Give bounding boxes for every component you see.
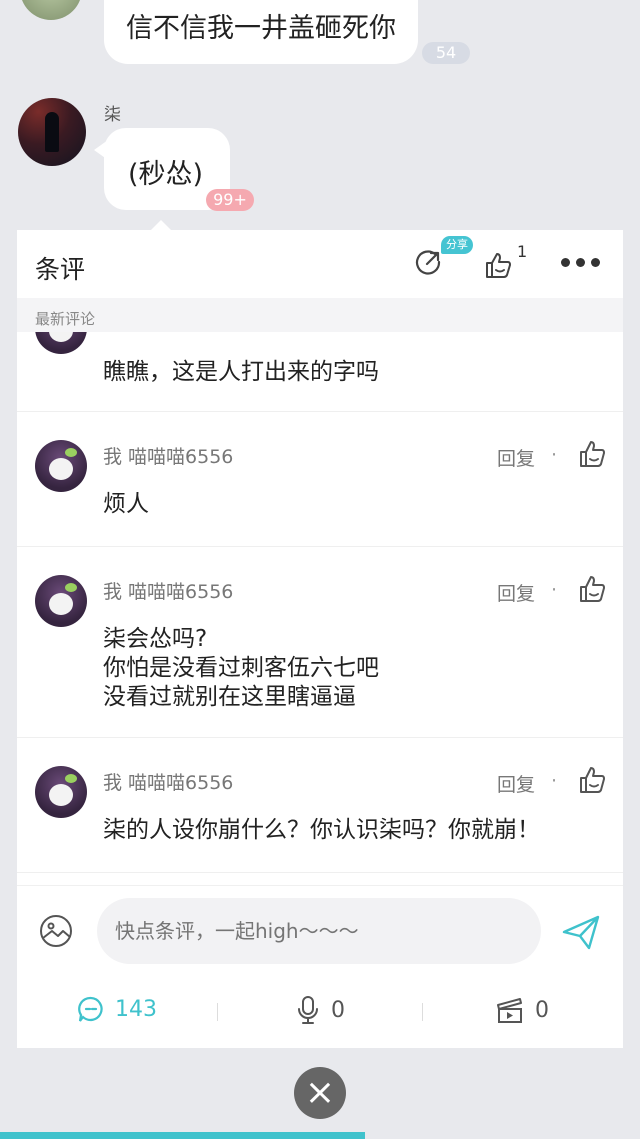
close-button[interactable]: × bbox=[294, 1067, 346, 1119]
reaction-count-badge[interactable]: 54 bbox=[422, 42, 470, 64]
reply-button[interactable]: 回复 bbox=[497, 444, 535, 471]
panel-title: 条评 bbox=[35, 255, 86, 284]
video-stat[interactable]: 0 bbox=[495, 995, 549, 1025]
comment-item: 瞧瞧，这是人打出来的字吗 bbox=[17, 332, 623, 412]
commenter-name[interactable]: 我 喵喵喵6556 bbox=[103, 768, 233, 795]
thumbs-up-icon[interactable] bbox=[577, 573, 607, 605]
comment-text: 瞧瞧，这是人打出来的字吗 bbox=[103, 359, 379, 385]
commenter-name[interactable]: 我 喵喵喵6556 bbox=[103, 577, 233, 604]
comment-line: 你怕是没看过刺客伍六七吧 bbox=[103, 655, 379, 681]
reply-button[interactable]: 回复 bbox=[497, 579, 535, 606]
comment-text: 柒的人设你崩什么？你认识柒吗？你就崩！ bbox=[103, 817, 540, 843]
separator-dot: · bbox=[551, 770, 558, 792]
voice-count: 0 bbox=[331, 997, 345, 1023]
commenter-avatar[interactable] bbox=[35, 766, 87, 818]
commenter-avatar[interactable] bbox=[35, 440, 87, 492]
comment-text: 烦人 bbox=[103, 491, 149, 517]
voice-stat[interactable]: 0 bbox=[295, 995, 345, 1025]
comment-input[interactable] bbox=[97, 898, 541, 964]
video-clapper-icon bbox=[497, 998, 522, 1023]
thumbs-up-icon[interactable] bbox=[577, 438, 607, 470]
comment-bubble-icon bbox=[78, 996, 103, 1022]
separator-dot: · bbox=[551, 579, 558, 601]
message-bubble[interactable]: 信不信我一井盖砸死你 bbox=[104, 0, 418, 64]
avatar-partial[interactable] bbox=[20, 0, 82, 20]
stats-row: 143 0 0 bbox=[17, 985, 623, 1035]
comment-item: 我 喵喵喵6556 回复 · 柒会怂吗? 你怕是没看过刺客伍六七吧 没看过就别在… bbox=[17, 547, 623, 738]
comments-stat[interactable]: 143 bbox=[77, 995, 157, 1023]
commenter-avatar[interactable] bbox=[35, 575, 87, 627]
comment-item: 我 喵喵喵6556 回复 · 柒的人设你崩什么？你认识柒吗？你就崩！ bbox=[17, 738, 623, 873]
avatar[interactable] bbox=[18, 98, 86, 166]
share-icon[interactable] bbox=[415, 250, 441, 278]
thumbs-up-icon[interactable] bbox=[577, 764, 607, 796]
image-icon[interactable] bbox=[39, 914, 73, 948]
comment-item: 我 喵喵喵6556 回复 · 烦人 bbox=[17, 412, 623, 547]
commenter-name[interactable]: 我 喵喵喵6556 bbox=[103, 442, 233, 469]
commenter-avatar[interactable] bbox=[35, 332, 87, 354]
comment-text: 柒会怂吗? 你怕是没看过刺客伍六七吧 没看过就别在这里瞎逼逼 bbox=[103, 625, 379, 712]
comment-line: 柒会怂吗? bbox=[103, 626, 208, 652]
divider bbox=[217, 1003, 218, 1021]
progress-bar bbox=[0, 1132, 365, 1139]
comment-input-row bbox=[17, 885, 623, 965]
microphone-icon bbox=[298, 996, 318, 1024]
message-text: (秒怂) bbox=[128, 159, 204, 190]
comment-panel: 条评 分享 1 最新评论 瞧瞧，这是人打出来的字吗 我 喵喵喵6556 回复 ·… bbox=[17, 230, 623, 1048]
like-count: 1 bbox=[517, 242, 528, 261]
more-icon[interactable] bbox=[561, 258, 600, 267]
separator-dot: · bbox=[551, 444, 558, 466]
message-text: 信不信我一井盖砸死你 bbox=[126, 13, 396, 44]
section-label: 最新评论 bbox=[17, 298, 623, 332]
divider bbox=[422, 1003, 423, 1021]
reaction-count-badge[interactable]: 99+ bbox=[206, 189, 254, 211]
video-count: 0 bbox=[535, 997, 549, 1023]
comment-line: 没看过就别在这里瞎逼逼 bbox=[103, 684, 356, 710]
send-icon[interactable] bbox=[561, 912, 601, 952]
share-tag: 分享 bbox=[441, 236, 473, 254]
comments-count: 143 bbox=[115, 996, 157, 1022]
panel-header: 条评 分享 1 bbox=[17, 230, 623, 298]
thumbs-up-icon[interactable] bbox=[483, 250, 513, 280]
reply-button[interactable]: 回复 bbox=[497, 770, 535, 797]
sender-name: 柒 bbox=[104, 105, 121, 125]
